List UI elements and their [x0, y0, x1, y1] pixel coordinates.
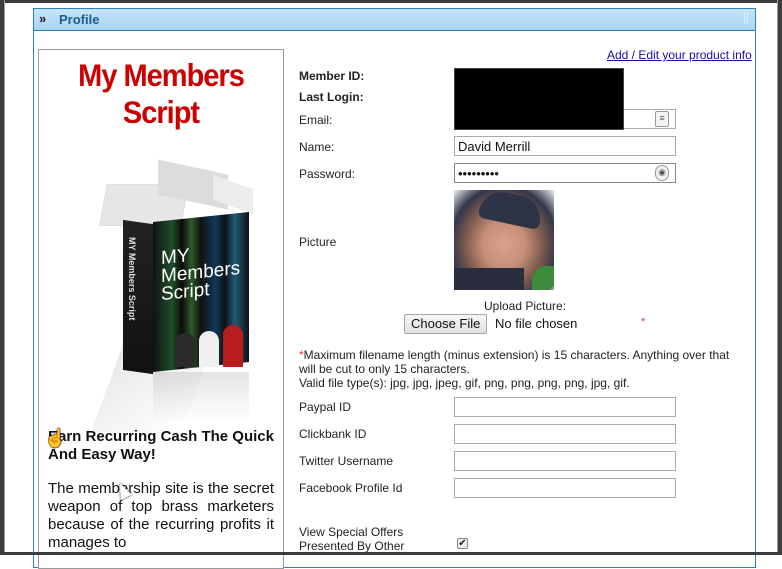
name-field[interactable]	[454, 136, 676, 156]
person-figure	[199, 331, 219, 367]
facebook-field[interactable]	[454, 478, 676, 498]
box-reflection	[153, 372, 249, 422]
clickbank-field[interactable]	[454, 424, 676, 444]
twitter-field[interactable]	[454, 451, 676, 471]
choose-file-button[interactable]: Choose File	[404, 314, 488, 334]
grip-icon[interactable]: ||	[743, 12, 749, 24]
paypal-label: Paypal ID	[299, 400, 352, 414]
box-side-text: MY Members Script	[127, 237, 137, 321]
promo-logo-line1: My Members	[78, 58, 245, 94]
special-offers-checkbox[interactable]: ✔	[457, 538, 468, 549]
special-offers-label-line: View Special Offers	[299, 525, 404, 539]
edit-product-info-link[interactable]: Add / Edit your product info	[607, 48, 752, 62]
clickbank-label: Clickbank ID	[299, 427, 367, 441]
special-offers-label-line: Presented By Other	[299, 539, 405, 553]
hand-cursor-icon: ☝	[44, 428, 67, 448]
double-chevron-right-icon[interactable]: »	[39, 11, 46, 26]
panel-title: Profile	[59, 12, 100, 27]
panel-header: » Profile ||	[34, 9, 755, 31]
person-figure	[175, 333, 195, 367]
last-login-label: Last Login:	[299, 90, 364, 104]
no-file-chosen-text: No file chosen	[495, 316, 578, 331]
profile-picture	[454, 190, 554, 290]
box-lid	[213, 174, 253, 215]
avatar-plant	[532, 266, 554, 290]
contact-card-icon[interactable]: ≡	[655, 111, 669, 127]
password-field[interactable]	[454, 163, 676, 183]
picture-label: Picture	[299, 235, 337, 249]
product-box-image: MY Members Script MY Members Script	[73, 159, 253, 432]
box-people	[175, 322, 245, 367]
window-frame-top	[0, 0, 782, 3]
paypal-field[interactable]	[454, 397, 676, 417]
promo-box: My Members Script MY Members Script MY M…	[38, 49, 284, 569]
window-frame-right	[777, 0, 782, 555]
email-label: Email:	[299, 113, 333, 127]
member-id-label: Member ID:	[299, 69, 365, 83]
facebook-label: Facebook Profile Id	[299, 481, 403, 495]
upload-picture-label: Upload Picture:	[484, 299, 567, 313]
password-manager-icon[interactable]: ◉	[655, 165, 669, 181]
promo-body: The membership site is the secret weapon…	[48, 480, 274, 551]
promo-headline: Earn Recurring Cash The Quick And Easy W…	[48, 428, 274, 463]
twitter-label: Twitter Username	[299, 454, 394, 468]
avatar-shirt	[454, 268, 524, 290]
upload-note: *Maximum filename length (minus extensio…	[299, 348, 749, 390]
required-asterisk: *	[641, 316, 646, 328]
box-front-title: MY Members Script	[161, 242, 240, 305]
redacted-block	[454, 68, 624, 130]
promo-logo-line2: Script	[122, 95, 200, 131]
window-frame-left	[0, 0, 5, 555]
note-max-length: Maximum filename length (minus extension…	[299, 348, 730, 376]
note-valid-types: Valid file type(s): jpg, jpg, jpeg, gif,…	[299, 376, 630, 390]
special-offers-label: View Special Offers Presented By Other	[299, 525, 404, 553]
name-label: Name:	[299, 140, 335, 154]
password-label: Password:	[299, 167, 356, 181]
person-figure	[223, 325, 243, 367]
avatar-cap	[477, 190, 545, 231]
